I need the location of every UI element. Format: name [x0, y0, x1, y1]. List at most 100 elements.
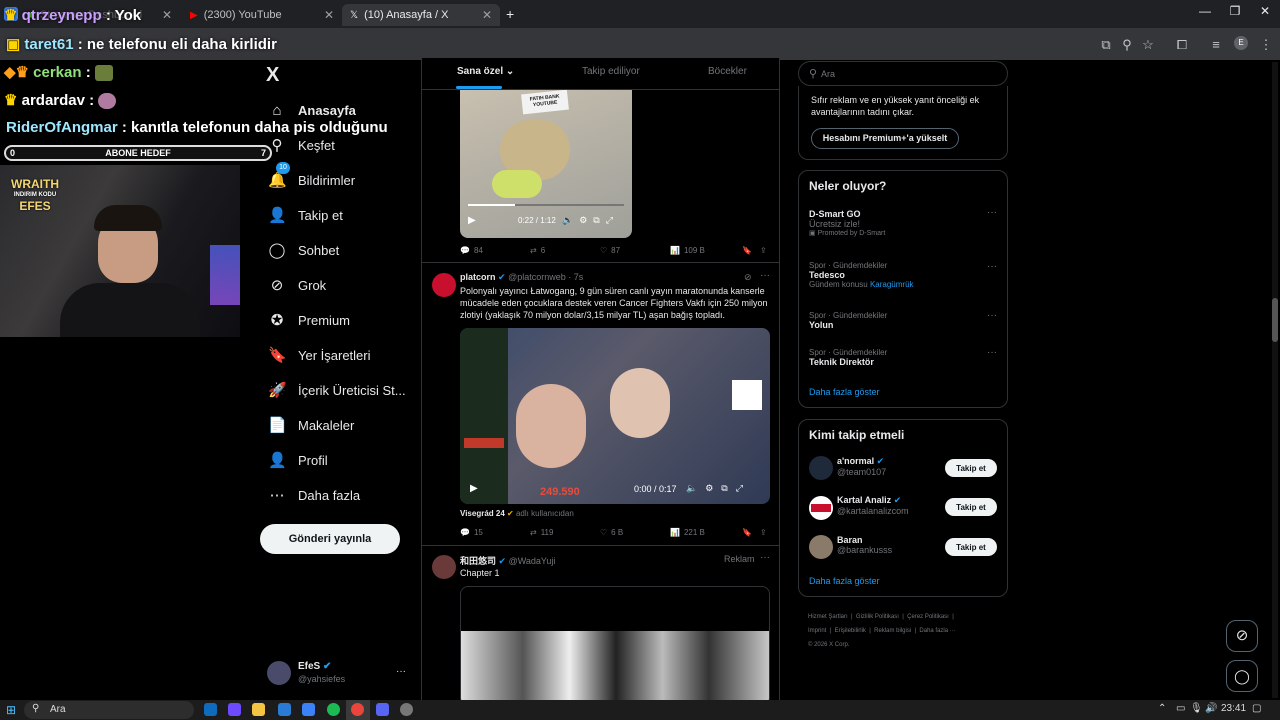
footer-link[interactable]: Çerez Politikası: [907, 614, 949, 620]
more-icon[interactable]: ···: [987, 347, 997, 358]
nav-item-search[interactable]: ⚲ Keşfet: [268, 133, 335, 157]
nav-item-premium[interactable]: ✪ Premium: [268, 308, 350, 332]
post-author[interactable]: 和田悠司: [460, 556, 496, 566]
taskbar-search[interactable]: ⚲ Ara: [24, 701, 194, 719]
discord-icon[interactable]: [376, 703, 389, 716]
copilot-icon[interactable]: [228, 703, 241, 716]
edge-icon[interactable]: [204, 703, 217, 716]
post-video[interactable]: FATIH BANK YOUTUBE ▶ 0:22 / 1:12 🔈⚙⧉⤢: [460, 90, 632, 238]
close-icon[interactable]: ✕: [324, 8, 334, 22]
post-handle[interactable]: @WadaYuji: [509, 556, 556, 566]
more-icon[interactable]: ···: [987, 261, 997, 272]
reply-button[interactable]: 💬 15: [460, 528, 483, 537]
volume-icon[interactable]: 🔊: [1205, 703, 1217, 714]
notification-icon[interactable]: ▢: [1252, 703, 1261, 714]
nav-item-rocket[interactable]: 🚀 İçerik Üreticisi St...: [268, 378, 406, 402]
post-video[interactable]: 249.590 ▶ 0:00 / 0:17 🔈⚙⧉⤢: [460, 328, 770, 504]
share-button[interactable]: ⇪: [760, 528, 767, 537]
x-logo-icon[interactable]: X: [266, 64, 279, 87]
footer-link[interactable]: Gizlilik Politikası: [856, 614, 899, 620]
search-box[interactable]: ⚲ Ara: [798, 61, 1008, 86]
quote-source[interactable]: Visegrád 24 ✔ adlı kullanıcıdan: [460, 509, 574, 518]
close-icon[interactable]: ✕: [162, 8, 172, 22]
mic-icon[interactable]: 🎙: [1190, 703, 1203, 714]
scrollbar-thumb[interactable]: [1272, 298, 1278, 342]
footer-link[interactable]: Hizmet Şartları: [808, 614, 848, 620]
close-icon[interactable]: ✕: [482, 8, 492, 22]
more-icon[interactable]: ···: [987, 310, 997, 321]
show-more-trends-link[interactable]: Daha fazla göster: [809, 387, 880, 397]
nav-item-article[interactable]: 📄 Makaleler: [268, 413, 354, 437]
footer-link[interactable]: Daha fazla ···: [919, 628, 955, 634]
extensions-icon[interactable]: ⧠: [1174, 37, 1190, 53]
show-more-follows-link[interactable]: Daha fazla göster: [809, 576, 880, 586]
share-button[interactable]: ⇪: [760, 246, 767, 255]
tab-for-you[interactable]: Sana özel ⌄: [457, 66, 514, 77]
nav-item-person-add[interactable]: 👤 Takip et: [268, 203, 343, 227]
upgrade-premium-button[interactable]: Hesabını Premium+'a yükselt: [811, 128, 959, 149]
nav-item-home[interactable]: ⌂ Anasayfa: [268, 98, 355, 122]
trend-item[interactable]: Spor · Gündemdekiler Tedesco Gündem konu…: [809, 261, 999, 289]
settings-icon[interactable]: [400, 703, 413, 716]
tab-x[interactable]: 𝕏 (10) Anasayfa / X ✕: [342, 4, 500, 26]
play-icon[interactable]: ▶: [468, 215, 476, 226]
account-avatar[interactable]: [267, 661, 291, 685]
menu-icon[interactable]: ⋮: [1258, 37, 1274, 53]
follow-button[interactable]: Takip et: [945, 459, 997, 477]
suggested-avatar[interactable]: [809, 535, 833, 559]
messages-float-button[interactable]: ◯: [1226, 660, 1258, 692]
grok-float-button[interactable]: ⊘: [1226, 620, 1258, 652]
footer-link[interactable]: Imprint: [808, 628, 826, 634]
scrollbar[interactable]: [1272, 62, 1278, 698]
repost-button[interactable]: ⇄ 119: [530, 528, 553, 537]
suggested-user[interactable]: Kartal Analiz ✔ @kartalanalizcom: [837, 495, 909, 516]
zoom-icon[interactable]: ⚲: [1119, 37, 1135, 53]
app-icon[interactable]: [302, 703, 315, 716]
video-progress[interactable]: [468, 204, 624, 206]
file-explorer-icon[interactable]: [252, 703, 265, 716]
windows-start-icon[interactable]: ⊞: [6, 703, 16, 717]
views-button[interactable]: 📊 221 B: [670, 528, 705, 537]
minimize-button[interactable]: —: [1190, 4, 1220, 18]
clock[interactable]: 23:41: [1221, 703, 1246, 714]
maximize-button[interactable]: ❐: [1220, 4, 1250, 18]
media-icon[interactable]: ≡: [1208, 37, 1224, 52]
follow-button[interactable]: Takip et: [945, 538, 997, 556]
views-button[interactable]: 📊 109 B: [670, 246, 705, 255]
like-button[interactable]: ♡ 87: [600, 246, 620, 255]
tray-chevron-icon[interactable]: ⌃: [1158, 703, 1166, 714]
follow-button[interactable]: Takip et: [945, 498, 997, 516]
video-controls[interactable]: 🔈⚙⧉⤢: [686, 483, 751, 494]
suggested-user[interactable]: Baran @barankusss: [837, 535, 892, 555]
star-icon[interactable]: ☆: [1140, 37, 1156, 53]
nav-item-more[interactable]: ⋯ Daha fazla: [268, 483, 361, 507]
post-avatar[interactable]: [432, 555, 456, 579]
tab-bugs[interactable]: Böcekler: [708, 66, 747, 77]
camera-icon[interactable]: ▭: [1176, 703, 1185, 714]
trend-item[interactable]: Spor · Gündemdekiler Yolun: [809, 311, 999, 330]
nav-item-bell[interactable]: 🔔 10 Bildirimler: [268, 162, 355, 192]
suggested-avatar[interactable]: [809, 496, 833, 520]
account-menu-button[interactable]: ···: [396, 666, 406, 677]
more-icon[interactable]: ···: [760, 552, 770, 563]
tab-youtube[interactable]: ▶ (2300) YouTube ✕: [182, 4, 342, 26]
install-icon[interactable]: ⧉: [1098, 37, 1114, 53]
trend-link[interactable]: Karagümrük: [870, 280, 914, 289]
footer-link[interactable]: Erişilebilirlik: [835, 628, 866, 634]
post-author[interactable]: platcorn: [460, 272, 496, 282]
suggested-user[interactable]: a'normal ✔ @team0107: [837, 456, 886, 477]
profile-avatar[interactable]: E: [1234, 36, 1248, 50]
account-name[interactable]: EfeS ✔: [298, 661, 331, 672]
video-controls[interactable]: 🔈⚙⧉⤢: [562, 215, 619, 226]
nav-item-profile[interactable]: 👤 Profil: [268, 448, 328, 472]
bookmark-button[interactable]: 🔖: [742, 246, 752, 255]
post-button[interactable]: Gönderi yayınla: [260, 524, 400, 554]
nav-item-bookmark[interactable]: 🔖 Yer İşaretleri: [268, 343, 371, 367]
bookmark-button[interactable]: 🔖: [742, 528, 752, 537]
nav-item-chat[interactable]: ◯ Sohbet: [268, 238, 340, 262]
more-icon[interactable]: ···: [760, 270, 770, 281]
chrome-icon[interactable]: [351, 703, 364, 716]
reply-button[interactable]: 💬 84: [460, 246, 483, 255]
post-handle[interactable]: @platcornweb: [508, 272, 566, 282]
nav-item-grok[interactable]: ⊘ Grok: [268, 273, 326, 297]
